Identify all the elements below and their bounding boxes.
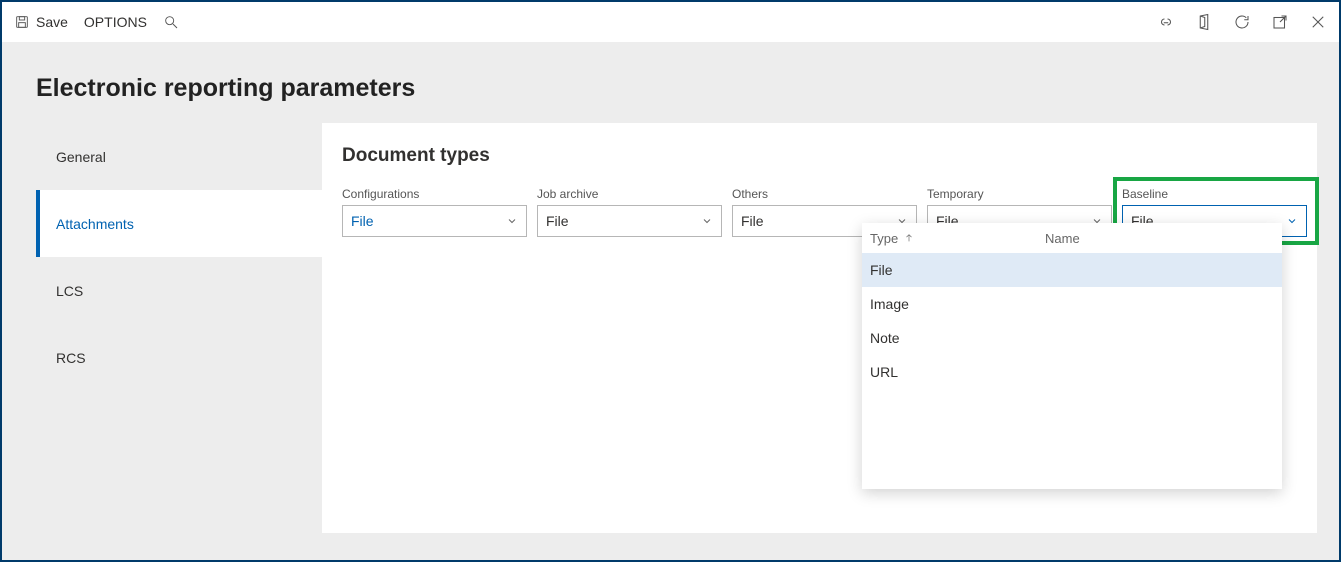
field-job-archive: Job archive File — [537, 187, 722, 237]
col-type-label: Type — [870, 231, 898, 246]
side-tab-general[interactable]: General — [36, 123, 322, 190]
panel-footer-strip — [322, 533, 1317, 549]
dropdown-value: File — [741, 213, 764, 229]
side-tabs: General Attachments LCS RCS — [36, 123, 322, 549]
refresh-icon[interactable] — [1233, 13, 1251, 31]
dropdown-value: File — [351, 213, 374, 229]
popup-header: Type Name — [862, 223, 1282, 253]
page-title: Electronic reporting parameters — [2, 42, 1339, 123]
popout-icon[interactable] — [1271, 13, 1289, 31]
job-archive-dropdown[interactable]: File — [537, 205, 722, 237]
dropdown-value: File — [546, 213, 569, 229]
popup-col-name-header[interactable]: Name — [1045, 231, 1274, 246]
popup-row[interactable]: Image — [862, 287, 1282, 321]
options-button[interactable]: OPTIONS — [84, 14, 147, 30]
section-title: Document types — [342, 145, 1317, 167]
side-tab-lcs[interactable]: LCS — [36, 257, 322, 324]
popup-cell-type: File — [870, 262, 893, 278]
sort-ascending-icon — [904, 232, 914, 244]
popup-cell-type: URL — [870, 364, 898, 380]
dropdown-popup: Type Name File Image — [862, 223, 1282, 489]
side-tab-label: LCS — [56, 283, 83, 299]
field-label: Configurations — [342, 187, 527, 201]
link-icon[interactable] — [1157, 13, 1175, 31]
side-tab-label: RCS — [56, 350, 86, 366]
chevron-down-icon — [1286, 215, 1298, 227]
side-tab-label: Attachments — [56, 216, 134, 232]
top-toolbar: Save OPTIONS — [2, 2, 1339, 42]
field-label: Job archive — [537, 187, 722, 201]
save-icon — [14, 14, 30, 30]
popup-col-type-header[interactable]: Type — [870, 231, 1045, 246]
office-icon[interactable] — [1195, 13, 1213, 31]
field-label: Baseline — [1122, 187, 1307, 201]
popup-cell-type: Image — [870, 296, 909, 312]
chevron-down-icon — [506, 215, 518, 227]
save-button[interactable]: Save — [14, 14, 68, 30]
side-tab-rcs[interactable]: RCS — [36, 324, 322, 391]
main-panel: Document types Configurations File Job a… — [322, 123, 1317, 549]
col-name-label: Name — [1045, 231, 1080, 246]
field-label: Temporary — [927, 187, 1112, 201]
side-tab-label: General — [56, 149, 106, 165]
popup-cell-type: Note — [870, 330, 900, 346]
configurations-dropdown[interactable]: File — [342, 205, 527, 237]
popup-row[interactable]: URL — [862, 355, 1282, 389]
options-label: OPTIONS — [84, 14, 147, 30]
chevron-down-icon — [701, 215, 713, 227]
popup-row[interactable]: Note — [862, 321, 1282, 355]
search-icon[interactable] — [163, 14, 179, 30]
save-label: Save — [36, 14, 68, 30]
close-icon[interactable] — [1309, 13, 1327, 31]
popup-body: File Image Note URL — [862, 253, 1282, 489]
side-tab-attachments[interactable]: Attachments — [36, 190, 322, 257]
field-label: Others — [732, 187, 917, 201]
field-configurations: Configurations File — [342, 187, 527, 237]
content-area: Electronic reporting parameters General … — [2, 42, 1339, 560]
popup-row[interactable]: File — [862, 253, 1282, 287]
